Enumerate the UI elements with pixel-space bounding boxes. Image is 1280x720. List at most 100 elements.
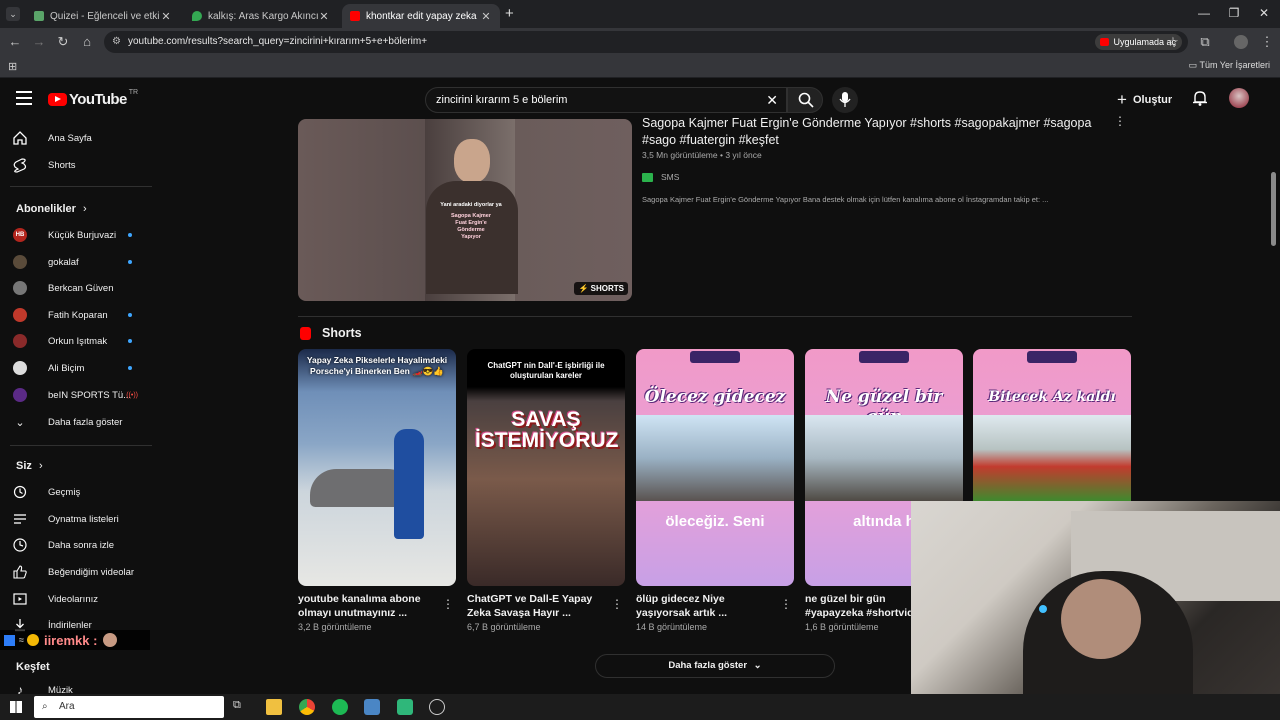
stream-chat-overlay: ≈ iiremkk : bbox=[0, 630, 150, 650]
sidebar-item-subscription[interactable]: Orkun Işıtmak bbox=[12, 330, 152, 352]
tab-quizei[interactable]: Quizei - Eğlenceli ve etkileşimli ✕ bbox=[26, 4, 180, 28]
short-card[interactable]: Yapay Zeka Pikselerle Hayalimdeki Porsch… bbox=[298, 349, 456, 632]
short-more-icon[interactable]: ⋮ bbox=[780, 597, 792, 611]
channel-avatar bbox=[12, 360, 28, 376]
sidebar-item-subscription[interactable]: gokalaf bbox=[12, 251, 152, 273]
file-explorer-icon[interactable] bbox=[266, 699, 282, 715]
logo-text: YouTube bbox=[69, 91, 127, 108]
sidebar-item-subscription[interactable]: beIN SPORTS Tü... ((•)) bbox=[12, 384, 152, 406]
short-thumb-text: Bitecek Az kaldı bbox=[988, 389, 1116, 405]
tab-youtube[interactable]: khontkar edit yapay zeka bloke ✕ bbox=[342, 4, 500, 28]
search-button[interactable] bbox=[787, 87, 823, 113]
sidebar-item-liked-videos[interactable]: Beğendiğim videolar bbox=[12, 561, 152, 583]
menu-kebab-icon[interactable]: ⋮ bbox=[1258, 33, 1276, 51]
close-icon[interactable]: ✕ bbox=[160, 10, 172, 23]
back-arrow-icon[interactable]: ← bbox=[6, 33, 24, 51]
show-more-label: Daha fazla göster bbox=[668, 660, 748, 671]
minimize-icon[interactable]: — bbox=[1194, 6, 1214, 20]
upload-age: 3 yıl önce bbox=[725, 150, 762, 160]
spotify-icon[interactable] bbox=[332, 699, 348, 715]
short-thumbnail[interactable]: Bitecek Az kaldı bbox=[973, 349, 1131, 501]
sidebar-item-your-videos[interactable]: Videolarınız bbox=[12, 588, 152, 610]
url-text: youtube.com/results?search_query=zinciri… bbox=[128, 36, 428, 47]
short-card[interactable]: Ölecez gidecez öleceğiz. Seni ölüp gidec… bbox=[636, 349, 794, 632]
reload-icon[interactable]: ↻ bbox=[54, 33, 72, 51]
notifications-bell-icon[interactable] bbox=[1193, 90, 1207, 111]
search-input[interactable]: zincirini kırarım 5 e bölerim ✕ bbox=[425, 87, 787, 113]
sidebar-item-shorts[interactable]: Shorts bbox=[12, 154, 152, 176]
account-avatar[interactable] bbox=[1229, 88, 1249, 108]
short-title[interactable]: youtube kanalıma abone olmayı unutmayını… bbox=[298, 592, 433, 620]
create-button[interactable]: + Oluştur bbox=[1117, 89, 1172, 111]
close-icon[interactable]: ✕ bbox=[480, 10, 492, 23]
short-card[interactable]: ChatGPT nin Dall'-E işbirliği ile oluştu… bbox=[467, 349, 625, 632]
short-thumbnail[interactable]: ChatGPT nin Dall'-E işbirliği ile oluştu… bbox=[467, 349, 625, 586]
chevron-right-icon: › bbox=[38, 460, 43, 472]
taskbar-search-input[interactable]: ⌕ Ara bbox=[34, 696, 224, 718]
extensions-icon[interactable]: ⧉ bbox=[1196, 33, 1214, 51]
url-field[interactable]: ⚙ youtube.com/results?search_query=zinci… bbox=[104, 31, 1188, 53]
site-settings-icon[interactable]: ⚙ bbox=[112, 31, 121, 53]
sidebar-item-history[interactable]: Geçmiş bbox=[12, 481, 152, 503]
short-title[interactable]: ölüp gidecez Niye yaşıyorsak artık ... bbox=[636, 592, 771, 620]
tab-search-button[interactable]: ⌄ bbox=[6, 7, 20, 21]
app-icon[interactable] bbox=[364, 699, 380, 715]
short-card[interactable]: Bitecek Az kaldı bbox=[973, 349, 1131, 501]
clock-icon bbox=[12, 537, 28, 553]
sidebar-item-subscription[interactable]: Fatih Koparan bbox=[12, 304, 152, 326]
tab-maps[interactable]: kalkış: Aras Kargo Akıncı Şubesi ✕ bbox=[184, 4, 338, 28]
new-tab-button[interactable]: + bbox=[505, 5, 514, 22]
profile-icon[interactable] bbox=[1232, 33, 1250, 51]
bookmark-star-icon[interactable]: ☆ bbox=[1164, 33, 1182, 51]
sidebar-item-subscription[interactable]: HB Küçük Burjuvazi bbox=[12, 224, 152, 246]
youtube-logo[interactable]: YouTube TR bbox=[48, 89, 139, 108]
short-thumb-headline: SAVAŞ İSTEMİYORUZ bbox=[475, 408, 619, 452]
sidebar-item-label: Daha sonra izle bbox=[48, 539, 115, 551]
app-icon[interactable] bbox=[429, 699, 445, 715]
search-icon bbox=[798, 92, 814, 108]
chrome-icon[interactable] bbox=[299, 699, 315, 715]
channel-link[interactable]: SMS bbox=[642, 172, 679, 182]
video-more-icon[interactable]: ⋮ bbox=[1114, 114, 1126, 128]
bookmarks-bar: ⊞ ▭ Tüm Yer İşaretleri bbox=[0, 56, 1280, 78]
short-thumb-subtitle: öleceğiz. Seni bbox=[665, 513, 765, 530]
home-icon[interactable]: ⌂ bbox=[78, 33, 96, 51]
short-more-icon[interactable]: ⋮ bbox=[442, 597, 454, 611]
tab-label: Quizei - Eğlenceli ve etkileşimli bbox=[50, 10, 160, 22]
close-window-icon[interactable]: ✕ bbox=[1254, 6, 1274, 20]
sidebar-item-playlists[interactable]: Oynatma listeleri bbox=[12, 508, 152, 530]
short-more-icon[interactable]: ⋮ bbox=[611, 597, 623, 611]
page-scrollbar[interactable] bbox=[1271, 172, 1276, 246]
hamburger-menu-icon[interactable] bbox=[16, 91, 32, 105]
subscriptions-header[interactable]: Abonelikler › bbox=[16, 203, 87, 215]
show-more-subscriptions[interactable]: ⌄ Daha fazla göster bbox=[12, 411, 152, 433]
apps-grid-icon[interactable]: ⊞ bbox=[8, 60, 17, 73]
show-more-shorts-button[interactable]: Daha fazla göster ⌄ bbox=[595, 654, 835, 678]
sidebar-item-label: İndirilenler bbox=[48, 619, 92, 631]
shorts-icon: ⚡ bbox=[578, 284, 589, 293]
restore-icon[interactable]: ❐ bbox=[1224, 6, 1244, 20]
task-view-icon[interactable]: ⧉ bbox=[233, 699, 249, 715]
windows-start-icon[interactable] bbox=[10, 701, 22, 713]
region-code: TR bbox=[128, 89, 139, 96]
short-thumbnail[interactable]: Ölecez gidecez öleceğiz. Seni bbox=[636, 349, 794, 586]
all-bookmarks-link[interactable]: ▭ Tüm Yer İşaretleri bbox=[1189, 60, 1270, 71]
forward-arrow-icon[interactable]: → bbox=[30, 33, 48, 51]
video-thumbnail[interactable]: Yani aradaki diyorlar ya Sagopa Kajmer F… bbox=[298, 119, 632, 301]
maps-favicon-icon bbox=[192, 11, 202, 21]
close-icon[interactable]: ✕ bbox=[318, 10, 330, 23]
app-icon[interactable] bbox=[397, 699, 413, 715]
sidebar-item-home[interactable]: Ana Sayfa bbox=[12, 127, 152, 149]
clear-search-icon[interactable]: ✕ bbox=[766, 88, 778, 112]
channel-badge bbox=[859, 351, 909, 363]
sidebar-item-watch-later[interactable]: Daha sonra izle bbox=[12, 534, 152, 556]
you-header[interactable]: Siz › bbox=[16, 460, 43, 472]
short-thumbnail[interactable]: Yapay Zeka Pikselerle Hayalimdeki Porsch… bbox=[298, 349, 456, 586]
voice-search-button[interactable] bbox=[832, 87, 858, 113]
sidebar-item-subscription[interactable]: Berkcan Güven bbox=[12, 277, 152, 299]
search-icon: ⌕ bbox=[42, 701, 48, 712]
video-title[interactable]: Sagopa Kajmer Fuat Ergin'e Gönderme Yapı… bbox=[642, 115, 1102, 149]
short-title[interactable]: ChatGPT ve Dall-E Yapay Zeka Savaşa Hayı… bbox=[467, 592, 602, 620]
youtube-favicon-icon bbox=[350, 11, 360, 21]
sidebar-item-subscription[interactable]: Ali Biçim bbox=[12, 357, 152, 379]
